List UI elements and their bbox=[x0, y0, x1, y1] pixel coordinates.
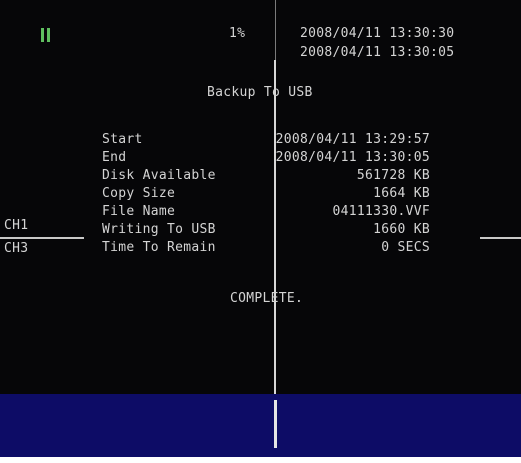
dialog-title: Backup To USB bbox=[207, 85, 313, 100]
channel-divider-vertical-top bbox=[275, 0, 276, 60]
row-value-start: 2008/04/11 13:29:57 bbox=[275, 132, 430, 147]
row-value-copy-size: 1664 KB bbox=[373, 186, 430, 201]
status-bar-divider bbox=[274, 400, 277, 448]
row-value-end: 2008/04/11 13:30:05 bbox=[275, 150, 430, 165]
channel-divider-horizontal-right bbox=[480, 237, 521, 239]
channel-label-ch1: CH1 bbox=[4, 218, 29, 233]
row-value-file-name: 04111330.VVF bbox=[332, 204, 430, 219]
status-bar bbox=[0, 394, 521, 457]
backup-result: COMPLETE. bbox=[230, 291, 304, 306]
pause-icon bbox=[41, 28, 51, 42]
row-value-disk-available: 561728 KB bbox=[356, 168, 430, 183]
row-label-file-name: File Name bbox=[102, 204, 176, 219]
row-label-start: Start bbox=[102, 132, 143, 147]
row-value-time-to-remain: 0 SECS bbox=[381, 240, 430, 255]
row-value-writing-to-usb: 1660 KB bbox=[373, 222, 430, 237]
channel-label-ch3: CH3 bbox=[4, 241, 29, 256]
dvr-screen: 1% 2008/04/11 13:30:30 2008/04/11 13:30:… bbox=[0, 0, 521, 457]
row-label-copy-size: Copy Size bbox=[102, 186, 176, 201]
row-label-disk-available: Disk Available bbox=[102, 168, 216, 183]
row-label-end: End bbox=[102, 150, 127, 165]
row-label-writing-to-usb: Writing To USB bbox=[102, 222, 216, 237]
channel-divider-horizontal-left bbox=[0, 237, 84, 239]
row-label-time-to-remain: Time To Remain bbox=[102, 240, 216, 255]
progress-percent: 1% bbox=[229, 26, 246, 41]
current-datetime: 2008/04/11 13:30:30 bbox=[300, 26, 455, 41]
playback-datetime: 2008/04/11 13:30:05 bbox=[300, 45, 455, 60]
